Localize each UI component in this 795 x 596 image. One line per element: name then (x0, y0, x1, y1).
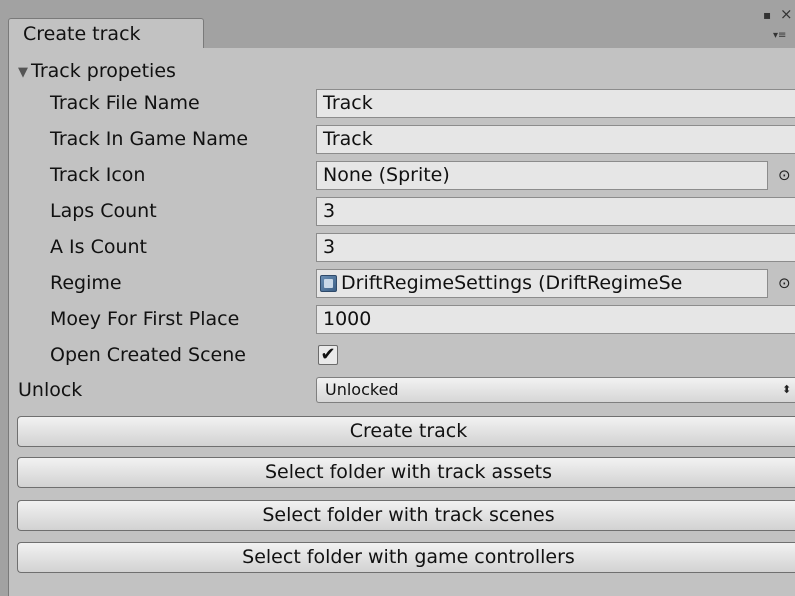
close-icon[interactable]: × (780, 7, 793, 22)
track-in-game-name-label: Track In Game Name (50, 128, 249, 150)
scriptable-object-icon (320, 275, 337, 292)
select-track-scenes-folder-button[interactable]: Select folder with track scenes (17, 500, 795, 531)
track-in-game-name-input[interactable]: Track (316, 125, 795, 154)
ais-count-label: A Is Count (50, 236, 148, 258)
create-track-button[interactable]: Create track (17, 416, 795, 447)
checkmark-icon: ✔ (320, 344, 336, 365)
foldout-track-properties[interactable]: ▼ Track propeties (18, 56, 176, 86)
regime-label: Regime (50, 272, 122, 294)
triangle-down-icon: ▼ (18, 65, 28, 80)
object-picker-icon[interactable]: ⊙ (778, 161, 791, 190)
dropdown-arrows-icon: ⬍ (782, 383, 792, 396)
select-game-controllers-folder-button[interactable]: Select folder with game controllers (17, 542, 795, 573)
menu-icon[interactable]: ▾≡ (773, 30, 786, 42)
foldout-label: Track propeties (31, 60, 176, 82)
tab-create-track[interactable]: Create track (8, 18, 204, 50)
object-picker-icon[interactable]: ⊙ (778, 269, 791, 298)
regime-object-field[interactable]: DriftRegimeSettings (DriftRegimeSe (316, 269, 768, 298)
track-icon-label: Track Icon (50, 164, 146, 186)
open-created-scene-checkbox[interactable]: ✔ (318, 345, 338, 365)
ais-count-input[interactable]: 3 (316, 233, 795, 262)
track-file-name-input[interactable]: Track (316, 89, 795, 118)
money-first-place-label: Moey For First Place (50, 308, 240, 330)
track-file-name-label: Track File Name (50, 92, 200, 114)
regime-value: DriftRegimeSettings (DriftRegimeSe (341, 272, 683, 294)
unlock-label: Unlock (18, 379, 83, 401)
money-first-place-input[interactable]: 1000 (316, 305, 795, 334)
select-track-assets-folder-button[interactable]: Select folder with track assets (17, 457, 795, 488)
laps-count-input[interactable]: 3 (316, 197, 795, 226)
track-icon-object-field[interactable]: None (Sprite) (316, 161, 768, 190)
maximize-icon[interactable]: ▪ (763, 9, 771, 21)
laps-count-label: Laps Count (50, 200, 157, 222)
open-created-scene-label: Open Created Scene (50, 344, 246, 366)
unlock-dropdown[interactable]: Unlocked (316, 377, 795, 403)
